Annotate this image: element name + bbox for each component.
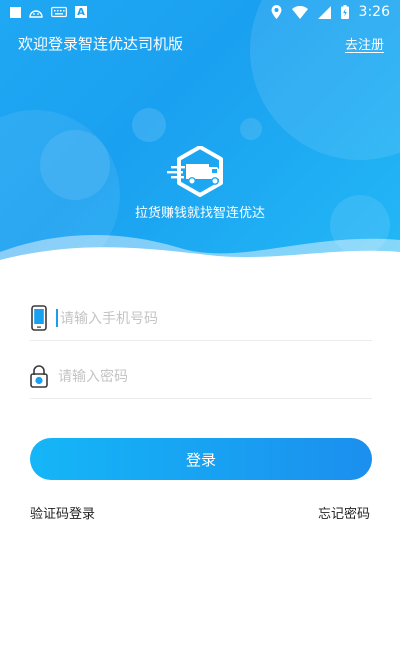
square-notification-icon xyxy=(10,6,21,18)
register-link[interactable]: 去注册 xyxy=(345,34,400,53)
lock-icon xyxy=(30,362,48,390)
text-notification-icon: A xyxy=(75,6,87,18)
location-icon xyxy=(271,5,282,19)
status-bar: A 3:26 xyxy=(0,0,400,24)
status-time: 3:26 xyxy=(358,4,390,20)
slogan: 拉货赚钱就找智连优达 xyxy=(134,206,265,221)
phone-field[interactable]: 请输入手机号码 xyxy=(30,296,372,341)
decorative-bubble xyxy=(250,0,400,160)
decorative-bubble xyxy=(40,130,110,200)
decorative-bubble xyxy=(240,118,262,140)
password-input[interactable]: 请输入密码 xyxy=(58,366,128,386)
signal-icon xyxy=(317,5,331,19)
mobile-phone-icon xyxy=(30,304,48,332)
header: 欢迎登录智连优达司机版 去注册 xyxy=(0,30,400,56)
keyboard-icon xyxy=(51,6,67,18)
password-field[interactable]: 请输入密码 xyxy=(30,354,372,399)
battery-icon xyxy=(340,5,349,19)
phone-input[interactable]: 请输入手机号码 xyxy=(60,308,158,328)
sms-login-link[interactable]: 验证码登录 xyxy=(30,503,95,522)
decorative-bubble xyxy=(132,108,166,142)
login-button[interactable]: 登录 xyxy=(30,438,372,480)
forgot-password-link[interactable]: 忘记密码 xyxy=(318,503,370,522)
android-icon xyxy=(29,10,43,18)
page-title: 欢迎登录智连优达司机版 xyxy=(18,34,184,53)
wifi-icon xyxy=(291,5,308,19)
text-cursor xyxy=(56,309,58,327)
truck-hexagon-logo-icon xyxy=(160,145,240,200)
hero-banner: A 3:26 欢迎登录智连优达司机版 去注册 拉货赚钱就找智连优达 xyxy=(0,0,400,270)
wave-divider xyxy=(0,235,400,270)
